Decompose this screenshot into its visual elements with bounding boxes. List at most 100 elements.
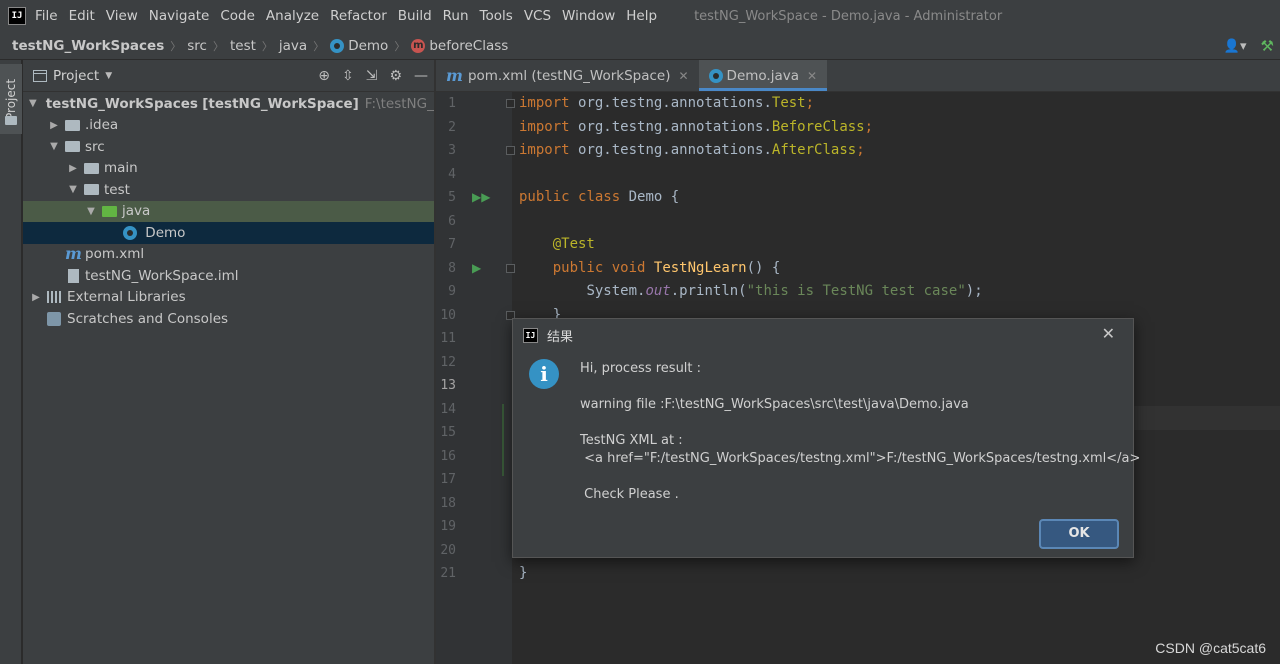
chevron-down-icon[interactable]: ▼ <box>47 141 61 152</box>
project-tree: ▼ testNG_WorkSpaces [testNG_WorkSpace] F:\… <box>23 92 434 330</box>
fold-marker-icon[interactable] <box>506 146 515 155</box>
tool-window-strip: Project <box>0 60 22 664</box>
locate-icon[interactable]: ⊕ <box>318 68 330 84</box>
code-line: 9 System.out.println("this is TestNG tes… <box>448 283 983 299</box>
menu-file[interactable]: File <box>35 8 58 24</box>
class-icon <box>330 38 345 53</box>
dialog-title: 结果 <box>547 329 574 345</box>
class-icon <box>708 68 723 83</box>
method-icon: m <box>411 38 426 53</box>
tree-node-java[interactable]: ▼ java <box>23 200 434 222</box>
menu-run[interactable]: Run <box>443 8 469 24</box>
user-icon[interactable]: 👤▾ <box>1224 39 1247 54</box>
menu-edit[interactable]: Edit <box>69 8 95 24</box>
watermark: CSDN @cat5cat6 <box>1155 640 1266 656</box>
gear-icon[interactable]: ⚙ <box>389 68 402 84</box>
tree-node-pom[interactable]: m pom.xml <box>23 244 434 266</box>
fold-marker-icon[interactable] <box>506 99 515 108</box>
class-icon <box>123 225 137 240</box>
tree-node-main[interactable]: ▶ main <box>23 158 434 180</box>
project-view-selector[interactable]: Project <box>53 68 99 84</box>
code-line: 4 <box>448 166 456 182</box>
run-class-icon[interactable]: ▶▶ <box>472 186 490 210</box>
menu-refactor[interactable]: Refactor <box>330 8 387 24</box>
menu-build[interactable]: Build <box>398 8 432 24</box>
crumb-java[interactable]: java <box>279 38 307 54</box>
maven-icon: m <box>446 66 463 85</box>
tree-node-root[interactable]: ▼ testNG_WorkSpaces [testNG_WorkSpace] F:\… <box>23 93 434 115</box>
chevron-right-icon: 〉 <box>170 39 182 53</box>
project-tool-tab-label: Project <box>4 78 18 120</box>
hide-icon[interactable]: — <box>414 68 428 84</box>
crumb-method-label: beforeClass <box>429 37 509 54</box>
chevron-down-icon[interactable]: ▼ <box>66 184 80 195</box>
project-tool-tab[interactable]: Project <box>0 64 22 134</box>
code-line: 8 ▶ public void TestNgLearn() { <box>436 257 1280 281</box>
tree-node-src[interactable]: ▼ src <box>23 136 434 158</box>
crumb-method[interactable]: m beforeClass <box>411 38 508 54</box>
crumb-project[interactable]: testNG_WorkSpaces <box>12 38 164 54</box>
module-file-icon <box>68 268 79 283</box>
menu-navigate[interactable]: Navigate <box>149 8 210 24</box>
tree-node-demo[interactable]: Demo <box>23 222 434 244</box>
expand-all-icon[interactable]: ⇳ <box>342 68 354 84</box>
folder-icon <box>65 119 80 131</box>
tree-node-test[interactable]: ▼ test <box>23 179 434 201</box>
menu-vcs[interactable]: VCS <box>524 8 551 24</box>
chevron-right-icon[interactable]: ▶ <box>66 163 80 174</box>
tab-demo-java[interactable]: Demo.java ✕ <box>698 60 828 91</box>
dialog-title-bar: IJ 结果 ✕ <box>513 319 1133 351</box>
tab-pom-xml[interactable]: m pom.xml (testNG_WorkSpace) ✕ <box>436 60 699 91</box>
main-menu: File Edit View Navigate Code Analyze Ref… <box>35 8 668 24</box>
chevron-right-icon[interactable]: ▶ <box>47 120 61 131</box>
scratches-icon <box>47 311 61 326</box>
tree-node-scratches[interactable]: Scratches and Consoles <box>23 308 434 330</box>
crumb-test[interactable]: test <box>230 38 256 54</box>
breadcrumb: testNG_WorkSpaces 〉 src 〉 test 〉 java 〉 … <box>0 32 1280 60</box>
chevron-right-icon: 〉 <box>313 39 325 53</box>
tree-node-iml[interactable]: testNG_WorkSpace.iml <box>23 265 434 287</box>
tree-node-external-libraries[interactable]: ▶ External Libraries <box>23 287 434 309</box>
intellij-logo-icon: IJ <box>8 7 26 25</box>
crumb-src[interactable]: src <box>187 38 207 54</box>
folder-icon <box>84 184 99 196</box>
code-line: 21} <box>440 565 528 581</box>
menu-view[interactable]: View <box>106 8 138 24</box>
close-icon[interactable]: ✕ <box>1102 324 1115 343</box>
chevron-right-icon: 〉 <box>394 39 406 53</box>
ok-button[interactable]: OK <box>1039 519 1119 549</box>
menu-help[interactable]: Help <box>626 8 657 24</box>
close-icon[interactable]: ✕ <box>678 69 688 83</box>
menu-window[interactable]: Window <box>562 8 615 24</box>
result-dialog: IJ 结果 ✕ i Hi, process result : warning f… <box>512 318 1140 558</box>
project-panel-header: Project ▼ ⊕ ⇳ ⇲ ⚙ — <box>23 60 434 92</box>
folder-icon <box>65 141 80 153</box>
ide-window: IJ File Edit View Navigate Code Analyze … <box>0 0 1280 664</box>
project-view-icon <box>33 69 47 82</box>
run-test-icon[interactable]: ▶ <box>472 257 481 281</box>
menu-bar: IJ File Edit View Navigate Code Analyze … <box>0 0 1280 32</box>
code-line: 6 <box>448 213 456 229</box>
window-title: testNG_WorkSpace - Demo.java - Administr… <box>694 8 1003 24</box>
code-line: 1 import org.testng.annotations.Test; <box>448 95 815 111</box>
chevron-down-icon[interactable]: ▼ <box>84 206 98 217</box>
chevron-down-icon[interactable]: ▼ <box>105 71 112 81</box>
intellij-logo-icon: IJ <box>523 327 538 343</box>
menu-code[interactable]: Code <box>220 8 255 24</box>
dialog-message: Hi, process result : warning file :F:\te… <box>580 361 1141 502</box>
fold-marker-icon[interactable] <box>506 263 515 273</box>
navbar-actions: 👤▾ ⚒ <box>1224 32 1280 60</box>
tree-node-idea[interactable]: ▶ .idea <box>23 115 434 137</box>
crumb-class-label: Demo <box>348 37 389 54</box>
library-icon <box>47 291 62 304</box>
crumb-class[interactable]: Demo <box>330 38 388 54</box>
menu-tools[interactable]: Tools <box>480 8 513 24</box>
collapse-all-icon[interactable]: ⇲ <box>366 68 378 84</box>
build-hammer-icon[interactable]: ⚒ <box>1261 37 1274 55</box>
chevron-down-icon[interactable]: ▼ <box>29 98 37 109</box>
close-icon[interactable]: ✕ <box>807 69 817 83</box>
chevron-right-icon[interactable]: ▶ <box>29 292 43 303</box>
menu-analyze[interactable]: Analyze <box>266 8 319 24</box>
test-source-folder-icon <box>102 205 117 217</box>
code-line: 3 import org.testng.annotations.AfterClas… <box>448 142 865 158</box>
